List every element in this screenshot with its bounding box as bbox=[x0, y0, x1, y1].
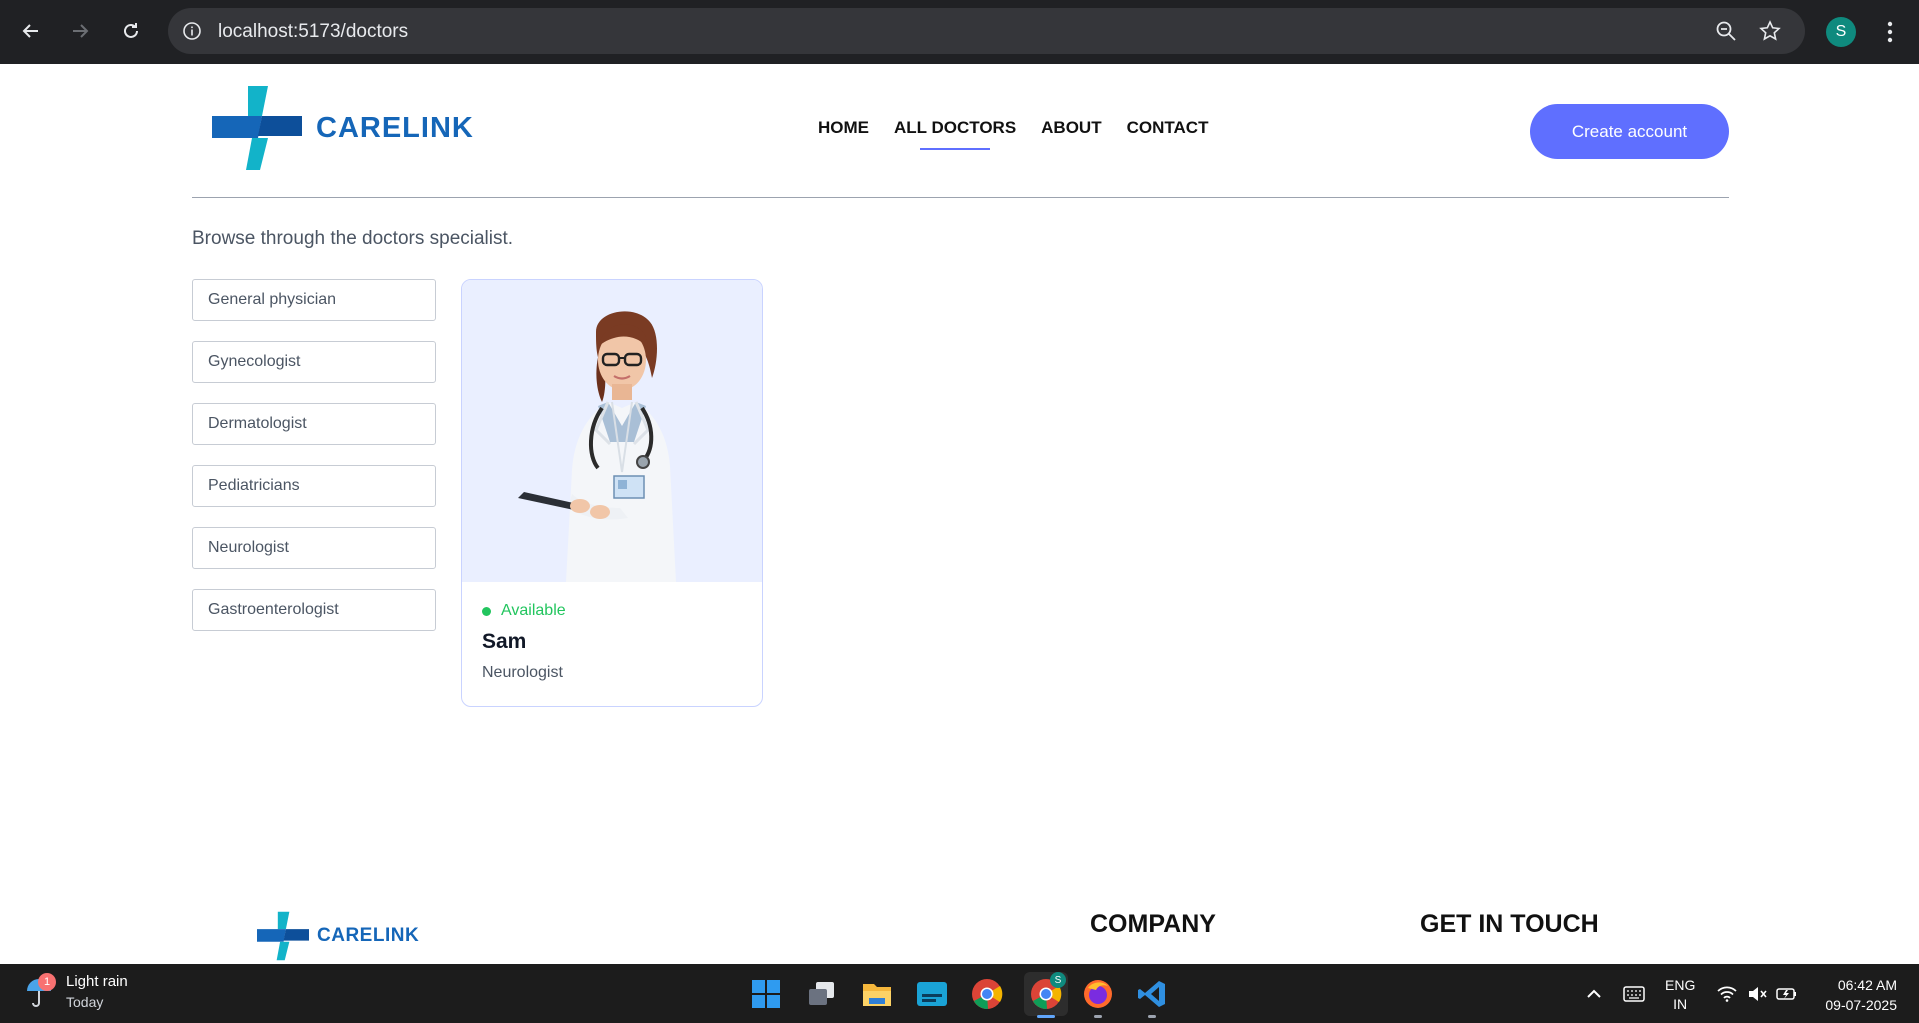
reload-button[interactable] bbox=[114, 14, 148, 48]
os-taskbar: 1 Light rain Today S ENG IN 06:42 AM 09-… bbox=[0, 964, 1919, 1023]
doctor-speciality: Neurologist bbox=[482, 664, 563, 681]
running-indicator bbox=[1094, 1015, 1102, 1018]
volume-muted-icon[interactable] bbox=[1742, 976, 1772, 1012]
address-bar[interactable]: localhost:5173/doctors bbox=[168, 8, 1805, 54]
system-clock[interactable]: 06:42 AM 09-07-2025 bbox=[1817, 975, 1897, 1015]
tray-overflow-chevron-icon[interactable] bbox=[1574, 976, 1614, 1012]
speciality-filter-item[interactable]: Gastroenterologist bbox=[192, 589, 436, 631]
language-indicator[interactable]: ENG IN bbox=[1665, 976, 1695, 1014]
weather-condition: Light rain bbox=[66, 973, 128, 990]
clock-date: 09-07-2025 bbox=[1825, 997, 1897, 1013]
chrome-icon[interactable] bbox=[969, 976, 1005, 1012]
create-account-button[interactable]: Create account bbox=[1530, 104, 1729, 159]
file-explorer-icon[interactable] bbox=[859, 976, 895, 1012]
forward-button[interactable] bbox=[63, 14, 97, 48]
page-subtitle: Browse through the doctors specialist. bbox=[192, 228, 514, 249]
weather-day: Today bbox=[66, 994, 104, 1010]
site-logo[interactable]: CARELINK bbox=[212, 86, 474, 170]
bookmark-star-icon[interactable] bbox=[1758, 19, 1782, 43]
speciality-filter-item[interactable]: General physician bbox=[192, 279, 436, 321]
windows-start-icon[interactable] bbox=[748, 976, 784, 1012]
footer-logo: CARELINK bbox=[257, 908, 419, 964]
speciality-filter-item[interactable]: Dermatologist bbox=[192, 403, 436, 445]
battery-charging-icon[interactable] bbox=[1772, 976, 1802, 1012]
url-text[interactable]: localhost:5173/doctors bbox=[218, 21, 408, 43]
task-view-icon[interactable] bbox=[804, 976, 840, 1012]
browser-toolbar: localhost:5173/doctors S bbox=[0, 0, 1919, 64]
nav-all-doctors[interactable]: ALL DOCTORS bbox=[894, 118, 1016, 138]
clock-time: 06:42 AM bbox=[1837, 977, 1897, 993]
running-indicator bbox=[1148, 1015, 1156, 1018]
speciality-filter-item[interactable]: Neurologist bbox=[192, 527, 436, 569]
forward-arrow-icon bbox=[73, 24, 89, 38]
back-arrow-icon bbox=[22, 24, 38, 38]
chrome-profile-badge: S bbox=[1050, 972, 1066, 988]
nav-contact[interactable]: CONTACT bbox=[1127, 118, 1209, 138]
nav-home[interactable]: HOME bbox=[818, 118, 869, 138]
footer-contact-heading: GET IN TOUCH bbox=[1420, 910, 1599, 938]
browser-menu-icon[interactable] bbox=[1878, 18, 1902, 46]
main-nav: HOME ALL DOCTORS ABOUT CONTACT bbox=[818, 118, 1233, 138]
keyboard-icon[interactable] bbox=[1614, 976, 1654, 1012]
screen-app-icon[interactable] bbox=[914, 976, 950, 1012]
doctor-illustration bbox=[518, 311, 676, 582]
doctor-name: Sam bbox=[482, 630, 527, 653]
reload-icon bbox=[124, 23, 138, 38]
weather-badge: 1 bbox=[38, 973, 56, 991]
chrome-profile-icon[interactable]: S bbox=[1024, 972, 1068, 1018]
firefox-icon[interactable] bbox=[1080, 976, 1116, 1018]
carelink-cross-icon bbox=[257, 911, 309, 961]
speciality-filter-item[interactable]: Gynecologist bbox=[192, 341, 436, 383]
brand-name: CARELINK bbox=[316, 111, 474, 144]
profile-avatar[interactable]: S bbox=[1826, 17, 1856, 47]
language-code: ENG bbox=[1665, 977, 1696, 993]
speciality-filter-item[interactable]: Pediatricians bbox=[192, 465, 436, 507]
doctor-card[interactable]: Available Sam Neurologist bbox=[461, 279, 763, 707]
umbrella-icon: 1 bbox=[24, 973, 56, 1009]
doctor-photo bbox=[462, 280, 762, 582]
vscode-icon[interactable] bbox=[1134, 976, 1170, 1018]
footer-company-heading: COMPANY bbox=[1090, 910, 1216, 938]
header-divider bbox=[192, 197, 1729, 198]
zoom-icon[interactable] bbox=[1714, 19, 1738, 43]
back-button[interactable] bbox=[14, 14, 48, 48]
availability-status: Available bbox=[482, 602, 742, 620]
status-dot-icon bbox=[482, 606, 491, 616]
site-info-icon[interactable] bbox=[180, 19, 204, 43]
region-code: IN bbox=[1673, 996, 1688, 1012]
nav-about[interactable]: ABOUT bbox=[1041, 118, 1101, 138]
wifi-icon[interactable] bbox=[1712, 976, 1742, 1012]
active-indicator bbox=[1037, 1015, 1055, 1018]
speciality-filter-list: General physician Gynecologist Dermatolo… bbox=[192, 279, 436, 651]
carelink-cross-icon bbox=[212, 86, 302, 170]
weather-widget[interactable]: 1 Light rain Today bbox=[24, 972, 128, 1012]
footer-brand-name: CARELINK bbox=[317, 925, 420, 946]
availability-label: Available bbox=[501, 602, 566, 619]
